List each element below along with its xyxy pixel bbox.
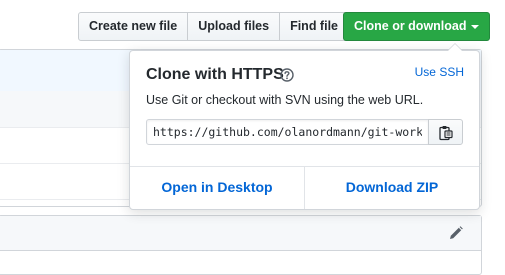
copy-url-button[interactable] [428,119,463,145]
find-file-button[interactable]: Find file [279,12,349,41]
readme-header [0,216,481,251]
caret-down-icon [470,24,479,29]
readme-box [0,215,482,275]
file-actions-group: Create new file Upload files Find file [78,12,349,41]
clone-url-input[interactable] [146,119,429,145]
clone-or-download-button[interactable]: Clone or download [343,12,490,41]
clone-url-group [146,119,464,145]
clone-or-download-label: Clone or download [354,19,467,33]
download-zip-button[interactable]: Download ZIP [304,167,479,209]
clipboard-icon [439,126,453,141]
open-in-desktop-button[interactable]: Open in Desktop [130,167,304,209]
upload-files-button[interactable]: Upload files [187,12,281,41]
question-icon[interactable] [280,68,294,82]
pencil-icon[interactable] [449,226,465,242]
clone-dropdown: Clone with HTTPS Use SSH Use Git or chec… [129,43,480,210]
clone-description: Use Git or checkout with SVN using the w… [146,93,424,107]
clone-title: Clone with HTTPS [146,66,284,83]
use-ssh-link[interactable]: Use SSH [415,65,464,79]
dropdown-arrow-inner [448,44,462,51]
create-new-file-button[interactable]: Create new file [78,12,189,41]
clone-footer: Open in Desktop Download ZIP [130,166,479,209]
